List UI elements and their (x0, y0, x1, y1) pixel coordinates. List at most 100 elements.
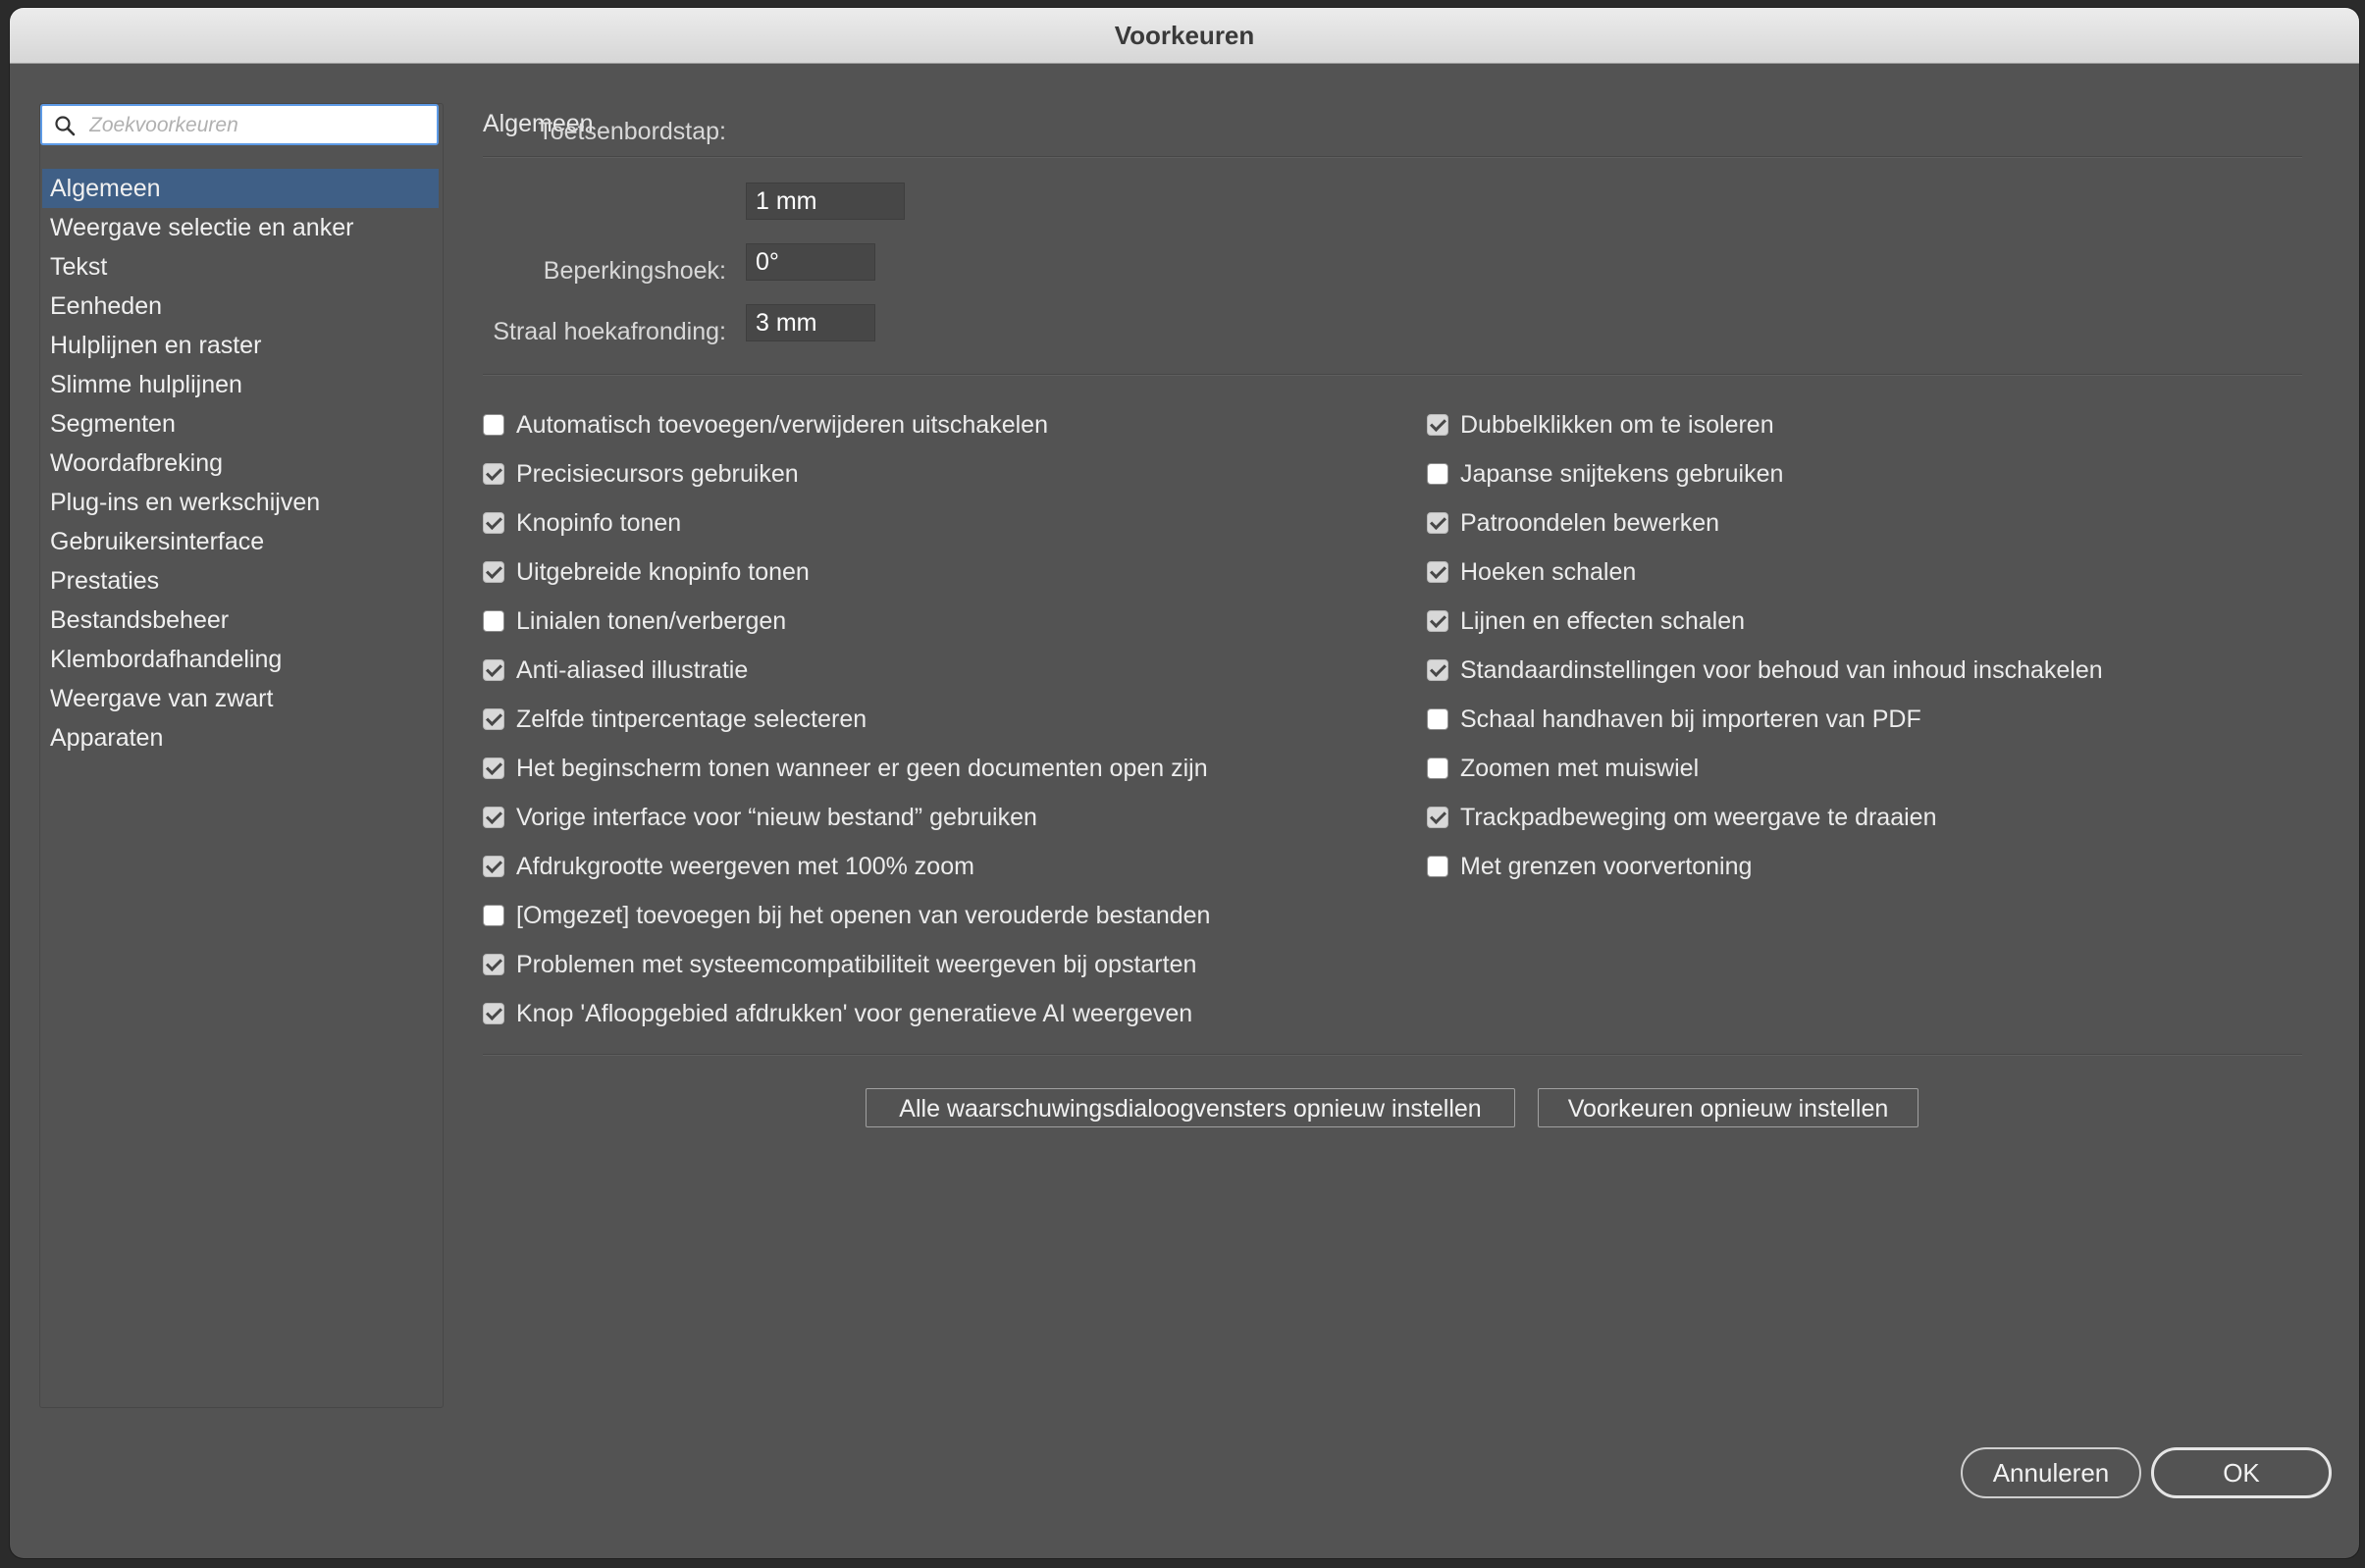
option-label: Lijnen en effecten schalen (1460, 606, 1746, 635)
option-label: Japanse snijtekens gebruiken (1460, 459, 1784, 488)
option-label: Linialen tonen/verbergen (516, 606, 787, 635)
constrain-angle-field[interactable]: 0° (746, 243, 875, 281)
reset-preferences-button[interactable]: Voorkeuren opnieuw instellen (1538, 1088, 1918, 1127)
option-label: Dubbelklikken om te isoleren (1460, 410, 1774, 439)
option-label: Afdrukgrootte weergeven met 100% zoom (516, 852, 974, 880)
sidebar-item-weergave-selectie-en-anker[interactable]: Weergave selectie en anker (42, 208, 439, 247)
checkbox-checked[interactable] (1427, 807, 1448, 828)
main-panel: Algemeen Toetsenbordstap: 1 mm Beperking… (483, 8, 2318, 1382)
option-row[interactable]: Zelfde tintpercentage selecteren (483, 695, 1210, 744)
search-box[interactable] (40, 104, 439, 145)
ok-button[interactable]: OK (2151, 1447, 2332, 1498)
option-row[interactable]: Japanse snijtekens gebruiken (1427, 449, 2103, 498)
sidebar-item-woordafbreking[interactable]: Woordafbreking (42, 444, 439, 483)
checkbox-unchecked[interactable] (483, 610, 504, 632)
option-row[interactable]: Patroondelen bewerken (1427, 498, 2103, 548)
sidebar-item-eenheden[interactable]: Eenheden (42, 287, 439, 326)
checkbox-unchecked[interactable] (1427, 856, 1448, 877)
checkbox-checked[interactable] (1427, 610, 1448, 632)
checkbox-unchecked[interactable] (1427, 758, 1448, 779)
sidebar-nav: Algemeen Weergave selectie en anker Tekst E… (42, 169, 439, 758)
option-row[interactable]: Afdrukgrootte weergeven met 100% zoom (483, 842, 1210, 891)
checkbox-checked[interactable] (483, 1003, 504, 1024)
option-row[interactable]: Het beginscherm tonen wanneer er geen do… (483, 744, 1210, 793)
sidebar-item-hulplijnen-en-raster[interactable]: Hulplijnen en raster (42, 326, 439, 365)
cancel-button[interactable]: Annuleren (1961, 1447, 2141, 1498)
option-row[interactable]: Lijnen en effecten schalen (1427, 597, 2103, 646)
checkbox-unchecked[interactable] (1427, 708, 1448, 730)
sidebar-item-weergave-van-zwart[interactable]: Weergave van zwart (42, 679, 439, 718)
option-row[interactable]: Schaal handhaven bij importeren van PDF (1427, 695, 2103, 744)
option-row[interactable]: Anti-aliased illustratie (483, 646, 1210, 695)
sidebar-item-bestandsbeheer[interactable]: Bestandsbeheer (42, 601, 439, 640)
checkbox-checked[interactable] (483, 954, 504, 975)
checkbox-unchecked[interactable] (1427, 463, 1448, 485)
option-row[interactable]: Trackpadbeweging om weergave te draaien (1427, 793, 2103, 842)
checkbox-checked[interactable] (483, 659, 504, 681)
sidebar-item-plug-ins-en-werkschijven[interactable]: Plug-ins en werkschijven (42, 483, 439, 522)
preferences-dialog: Voorkeuren AlgemeenWeergave selectie en … (10, 8, 2359, 1558)
checkbox-checked[interactable] (1427, 659, 1448, 681)
keyboard-increment-field[interactable]: 1 mm (746, 183, 905, 220)
option-label: Zoomen met muiswiel (1460, 754, 1700, 782)
option-row[interactable]: Precisiecursors gebruiken (483, 449, 1210, 498)
sidebar-item-klembordafhandeling[interactable]: Klembordafhandeling (42, 640, 439, 679)
sidebar-item-tekst[interactable]: Tekst (42, 247, 439, 287)
checkbox-checked[interactable] (1427, 414, 1448, 436)
search-icon (55, 116, 76, 136)
option-row[interactable]: Standaardinstellingen voor behoud van in… (1427, 646, 2103, 695)
option-label: Hoeken schalen (1460, 557, 1637, 586)
checkbox-checked[interactable] (483, 561, 504, 583)
checkbox-checked[interactable] (483, 708, 504, 730)
option-row[interactable]: Problemen met systeemcompatibiliteit wee… (483, 940, 1210, 989)
option-label: Knopinfo tonen (516, 508, 682, 537)
option-row[interactable]: Uitgebreide knopinfo tonen (483, 548, 1210, 597)
option-label: Het beginscherm tonen wanneer er geen do… (516, 754, 1208, 782)
option-label: Uitgebreide knopinfo tonen (516, 557, 810, 586)
sidebar-item-gebruikersinterface[interactable]: Gebruikersinterface (42, 522, 439, 561)
checkbox-checked[interactable] (483, 512, 504, 534)
option-label: Met grenzen voorvertoning (1460, 852, 1753, 880)
left-options: Automatisch toevoegen/verwijderen uitsch… (483, 400, 1210, 1038)
checkbox-checked[interactable] (1427, 512, 1448, 534)
option-row[interactable]: Zoomen met muiswiel (1427, 744, 2103, 793)
option-row[interactable]: Vorige interface voor “nieuw bestand” ge… (483, 793, 1210, 842)
sidebar: AlgemeenWeergave selectie en ankerTekstE… (39, 103, 444, 1408)
option-label: [Omgezet] toevoegen bij het openen van v… (516, 901, 1211, 929)
checkbox-unchecked[interactable] (483, 905, 504, 926)
checkbox-checked[interactable] (483, 758, 504, 779)
option-label: Vorige interface voor “nieuw bestand” ge… (516, 803, 1037, 831)
option-row[interactable]: Knopinfo tonen (483, 498, 1210, 548)
search-input[interactable] (87, 110, 425, 141)
option-row[interactable]: Met grenzen voorvertoning (1427, 842, 2103, 891)
corner-radius-field[interactable]: 3 mm (746, 304, 875, 341)
checkbox-checked[interactable] (483, 463, 504, 485)
option-row[interactable]: Hoeken schalen (1427, 548, 2103, 597)
sidebar-item-algemeen[interactable]: Algemeen (42, 169, 439, 208)
sidebar-item-segmenten[interactable]: Segmenten (42, 404, 439, 444)
option-row[interactable]: [Omgezet] toevoegen bij het openen van v… (483, 891, 1210, 940)
sidebar-item-prestaties[interactable]: Prestaties (42, 561, 439, 601)
corner-radius-label: Straal hoekafronding: (493, 318, 726, 345)
checkbox-checked[interactable] (483, 856, 504, 877)
checkbox-checked[interactable] (483, 807, 504, 828)
reset-warnings-button[interactable]: Alle waarschuwingsdialoogvensters opnieu… (866, 1088, 1515, 1127)
checkbox-checked[interactable] (1427, 561, 1448, 583)
checkbox-unchecked[interactable] (483, 414, 504, 436)
option-label: Precisiecursors gebruiken (516, 459, 799, 488)
divider (483, 374, 2302, 376)
option-label: Schaal handhaven bij importeren van PDF (1460, 705, 1921, 733)
option-label: Automatisch toevoegen/verwijderen uitsch… (516, 410, 1048, 439)
keyboard-increment-label: Toetsenbordstap: (538, 118, 726, 145)
divider (483, 1054, 2302, 1056)
sidebar-item-slimme-hulplijnen[interactable]: Slimme hulplijnen (42, 365, 439, 404)
divider (483, 156, 2302, 158)
option-label: Anti-aliased illustratie (516, 655, 749, 684)
option-row[interactable]: Dubbelklikken om te isoleren (1427, 400, 2103, 449)
option-label: Zelfde tintpercentage selecteren (516, 705, 867, 733)
option-row[interactable]: Automatisch toevoegen/verwijderen uitsch… (483, 400, 1210, 449)
option-label: Standaardinstellingen voor behoud van in… (1460, 655, 2103, 684)
option-row[interactable]: Linialen tonen/verbergen (483, 597, 1210, 646)
sidebar-item-apparaten[interactable]: Apparaten (42, 718, 439, 758)
option-row[interactable]: Knop 'Afloopgebied afdrukken' voor gener… (483, 989, 1210, 1038)
